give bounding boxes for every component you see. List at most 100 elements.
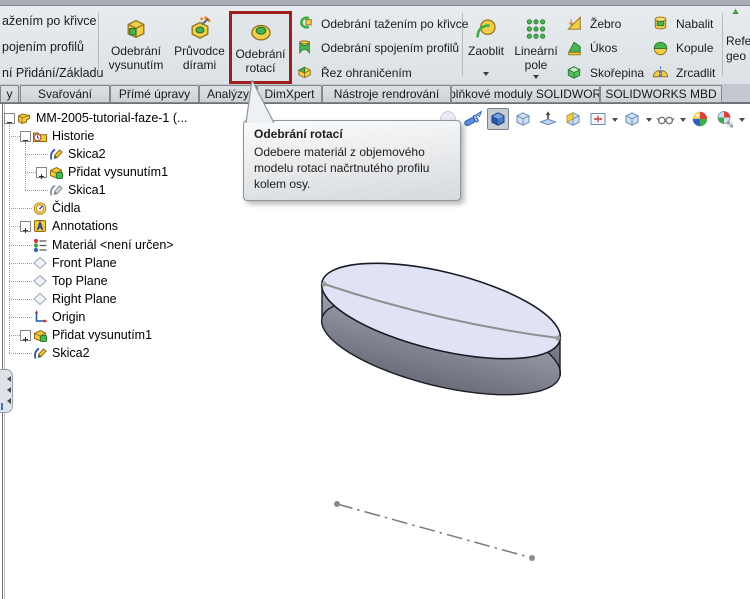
reference-geometry-label: geo [726,49,747,63]
appearance-icon [692,111,708,127]
normal-to-icon [539,111,557,126]
ribbon-overflow-label[interactable]: pojením profilů [2,40,84,54]
tab-n-stroje-rendrov-n-[interactable]: Nástroje rendrování [322,85,451,103]
reference-geometry-button[interactable]: Refe geo [726,8,750,64]
kopule-button[interactable]: Kopule [651,38,715,59]
view-orientation-button[interactable] [587,108,609,130]
button-label-line: pole [524,58,548,73]
cut-extrude-icon [127,19,145,39]
zoom-to-area-button[interactable] [462,108,484,130]
tab-p-m-pravy[interactable]: Přímé úpravy [110,85,199,103]
tab-sva-ov-n-[interactable]: Svařování [20,85,110,103]
view-orient-icon [590,113,606,125]
zoom-to-fit-button[interactable] [487,108,509,130]
rez-ohranicenim-button[interactable]: Řez ohraničením [296,62,468,83]
tab-y[interactable]: y [0,85,19,103]
cube-dark-icon [491,112,505,126]
section-icon [566,111,580,126]
model-elliptical-disk[interactable] [313,244,570,414]
previous-view-button[interactable] [512,108,534,130]
normal-to-button[interactable] [537,108,559,130]
tab-label: SOLIDWORKS MBD [605,87,717,101]
linearni-pole-label: Lineární pole [514,44,557,72]
apply-scene-button[interactable] [714,108,736,130]
centerline-endpoint[interactable] [334,501,340,507]
draft-icon [568,41,581,55]
odebrani-rotaci-button[interactable]: Odebrání rotací [229,11,292,84]
button-label-line: dírami [182,58,217,73]
tab-label: Nástroje rendrování [333,87,440,101]
button-label: Žebro [590,16,622,31]
heads-up-view-toolbar [437,106,750,132]
button-label-line: vysunutím [108,58,164,73]
centerline-endpoint[interactable] [529,555,535,561]
hole-wizard-icon [191,16,211,39]
reference-geometry-label: Refe [726,34,750,48]
ref-geo-mini-icon [732,8,739,14]
sketch-endpoint[interactable] [555,335,561,341]
edit-appearance-button[interactable] [689,108,711,130]
zaoblit-label: Zaoblit [468,44,504,58]
revolve-cut-icon [250,24,271,41]
tab-solidworks-mbd[interactable]: SOLIDWORKS MBD [600,85,722,103]
odebrani-tazenim-po-krivce-button[interactable]: Odebrání tažením po křivce [296,13,468,34]
zrcadlit-button[interactable]: Zrcadlit [651,62,715,83]
button-label: Úkos [590,41,618,55]
button-label: Zrcadlit [676,65,716,80]
odebrani-vysunutim-button[interactable]: Odebrání vysunutím [103,11,169,84]
scene-icon [717,111,733,128]
tab-label: y [6,87,13,101]
odebrani-spojenim-profilu-button[interactable]: Odebrání spojením profilů [296,38,468,59]
display-style-button[interactable] [621,108,643,130]
linear-pattern-icon [526,19,546,39]
button-label: Nabalit [676,16,714,31]
button-label-line: rotací [245,61,276,76]
display-style-dropdown-caret-icon[interactable] [646,117,652,125]
cube-light-icon [625,112,639,126]
ribbon-stack: Nabalit Kopule Zrcadlit [651,13,715,83]
tab-label: Doplňkové moduly SOLIDWORKS [452,87,599,101]
button-label: Kopule [676,41,714,55]
construction-centerline[interactable] [334,501,535,561]
tooltip-title: Odebrání rotací [254,127,343,141]
button-label-line: Odebrání [235,47,286,61]
button-label-line: Zaoblit [467,44,505,58]
pruvodce-dirami-button[interactable]: Průvodce dírami [169,11,230,84]
wand-icon [464,110,483,127]
section-view-button[interactable] [562,108,584,130]
apply-scene-dropdown-caret-icon[interactable] [739,117,745,125]
zebro-button[interactable]: Žebro [565,13,644,34]
dome-icon [653,41,668,55]
command-manager-tabbar: y Svařování Přímé úpravy Analýzy DimXpert Nás… [0,84,750,104]
ribbon-separator [98,13,99,76]
rib-icon [567,16,581,30]
nabalit-button[interactable]: Nabalit [651,13,715,34]
tooltip: Odebrání rotací Odebere materiál z objem… [243,120,461,202]
linearni-pole-button[interactable]: Lineární pole [508,11,564,84]
tab-label: Svařování [37,87,93,101]
tab-label: Přímé úpravy [118,87,191,101]
button-label: Skořepina [590,65,645,80]
tab-dopl-kov-moduly-solidworks[interactable]: Doplňkové moduly SOLIDWORKS [451,85,600,103]
wrap-icon [654,16,667,30]
zaoblit-button[interactable]: Zaoblit [462,11,510,84]
button-label-line: Odebrání [110,44,162,58]
view-orientation-dropdown-caret-icon[interactable] [612,117,618,125]
loft-cut-icon [299,39,310,54]
dropdown-caret-icon[interactable] [483,72,489,79]
ribbon-stack: Žebro Úkos Skořepina [565,13,644,83]
ribbon-overflow-label[interactable]: ažením po křivce [2,14,96,28]
skorepina-button[interactable]: Skořepina [565,62,644,83]
button-label: Odebrání tažením po křivce [321,16,469,31]
sketch-endpoint[interactable] [321,281,327,287]
hide-show-items-button[interactable] [655,108,677,130]
ribbon-stack: Odebrání tažením po křivce Odebrání spoje… [296,13,468,83]
ukos-button[interactable]: Úkos [565,38,644,59]
ribbon-overflow-label[interactable]: ní Přidání/Základu [2,66,103,80]
solidworks-window: ažením po křivce pojením profilů ní Přidán… [0,0,750,599]
cube-light-icon [516,112,530,126]
hide-show-items-dropdown-caret-icon[interactable] [680,117,686,125]
dropdown-caret-icon[interactable] [533,75,539,82]
odebrani-vysunutim-label: Odebrání vysunutím [109,44,164,72]
shell-icon [567,66,581,79]
